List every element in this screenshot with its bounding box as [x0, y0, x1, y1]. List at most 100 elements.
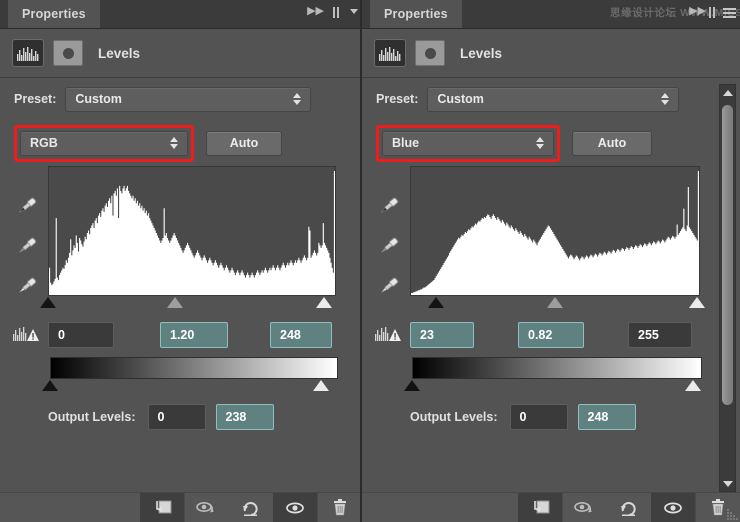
eyedropper-group-left — [14, 166, 40, 313]
white-input-slider[interactable] — [312, 380, 329, 391]
gray-input-slider[interactable] — [547, 297, 563, 308]
histogram-right[interactable] — [410, 166, 700, 296]
toggle-previous-state-icon[interactable] — [184, 493, 229, 522]
output-sliders-left[interactable] — [42, 380, 338, 396]
shadow-input-value: 23 — [420, 328, 434, 342]
clip-to-layer-icon[interactable] — [140, 493, 184, 522]
output-gradient-area-left — [0, 357, 362, 396]
histogram-column-left — [40, 166, 336, 313]
reset-adjustment-icon[interactable] — [607, 493, 651, 522]
input-sliders-left[interactable] — [40, 297, 336, 313]
black-input-slider[interactable] — [42, 380, 58, 391]
midtone-input-field[interactable]: 1.20 — [160, 322, 228, 348]
white-input-slider[interactable] — [316, 297, 333, 308]
tab-label: Properties — [384, 7, 448, 21]
panel-collapse-button-right[interactable]: ▶▶ — [689, 6, 706, 17]
black-input-slider[interactable] — [404, 380, 420, 391]
output-gradient-bar[interactable] — [50, 357, 338, 379]
delete-adjustment-icon[interactable] — [317, 493, 362, 522]
black-input-slider[interactable] — [40, 297, 56, 308]
channel-row-left: RGB Auto — [0, 120, 362, 166]
highlight-input-field[interactable]: 255 — [628, 322, 692, 348]
bottom-bar-spacer — [362, 493, 518, 522]
panel-bottom-bar-right — [362, 492, 740, 522]
panel-collapse-button-left[interactable]: ▶▶ — [307, 6, 324, 17]
scrollbar-up-arrow[interactable] — [720, 85, 735, 100]
preset-select[interactable]: Custom — [65, 86, 312, 112]
properties-panel-left: Properties ▶▶ Levels Preset: Custom RGB … — [0, 0, 362, 522]
panel-menu-icon — [350, 9, 358, 14]
white-point-eyedropper[interactable] — [376, 274, 402, 298]
toggle-previous-state-icon[interactable] — [562, 493, 607, 522]
black-point-eyedropper[interactable] — [14, 194, 40, 218]
gray-point-eyedropper[interactable] — [14, 234, 40, 258]
preset-label: Preset: — [376, 92, 419, 106]
output-black-field[interactable]: 0 — [147, 404, 206, 430]
reset-adjustment-icon[interactable] — [229, 493, 273, 522]
channel-highlight-box: RGB — [14, 124, 194, 162]
white-input-slider[interactable] — [685, 380, 702, 391]
output-levels-row-right: Output Levels: 0 248 — [362, 396, 740, 438]
tab-properties-right[interactable]: Properties — [370, 0, 462, 28]
auto-label: Auto — [229, 136, 259, 150]
panel-grip-right[interactable] — [709, 6, 720, 19]
output-white-field[interactable]: 238 — [215, 404, 274, 430]
bottom-bar-spacer — [0, 493, 140, 522]
layer-mask-icon[interactable] — [53, 40, 83, 66]
preset-row-right: Preset: Custom — [362, 78, 740, 120]
output-white-field[interactable]: 248 — [577, 404, 636, 430]
vertical-scrollbar[interactable] — [719, 84, 736, 492]
white-input-slider[interactable] — [689, 297, 706, 308]
shadow-input-value: 0 — [58, 328, 65, 342]
input-sliders-right[interactable] — [410, 297, 706, 313]
double-chevron-right-icon: ▶▶ — [307, 5, 324, 17]
clip-to-layer-icon[interactable] — [518, 493, 562, 522]
toggle-visibility-icon[interactable] — [273, 493, 317, 522]
auto-button[interactable]: Auto — [572, 130, 652, 156]
tab-label: Properties — [22, 7, 86, 21]
properties-panel-right: Properties 思缘设计论坛 WWW.MISSYUAN.COM ▶▶ — [362, 0, 740, 522]
channel-select[interactable]: Blue — [382, 130, 554, 156]
channel-value: RGB — [30, 136, 58, 150]
levels-histogram-icon[interactable] — [12, 39, 44, 67]
output-gradient-area-right — [362, 357, 740, 396]
output-black-field[interactable]: 0 — [509, 404, 568, 430]
resize-grip-icon[interactable] — [724, 506, 738, 520]
preset-select[interactable]: Custom — [427, 86, 680, 112]
highlight-input-value: 248 — [280, 328, 301, 342]
gray-point-eyedropper[interactable] — [376, 234, 402, 258]
scrollbar-thumb[interactable] — [722, 105, 733, 405]
gray-input-slider[interactable] — [166, 297, 183, 308]
input-levels-icon — [13, 327, 39, 341]
midtone-input-value: 1.20 — [170, 328, 195, 342]
scrollbar-down-arrow[interactable] — [720, 476, 735, 491]
chevron-updown-icon — [661, 93, 670, 105]
shadow-input-field[interactable]: 0 — [48, 322, 114, 348]
tab-properties-left[interactable]: Properties — [8, 0, 100, 28]
toggle-visibility-icon[interactable] — [651, 493, 695, 522]
black-point-eyedropper[interactable] — [376, 194, 402, 218]
preset-value: Custom — [75, 92, 122, 106]
panel-menu-button-left[interactable] — [350, 6, 358, 14]
chevron-updown-icon — [536, 137, 544, 149]
input-levels-row-left: 0 1.20 248 — [0, 313, 362, 357]
panel-tabbar-right: Properties 思缘设计论坛 WWW.MISSYUAN.COM ▶▶ — [362, 0, 740, 29]
levels-histogram-icon[interactable] — [374, 39, 406, 67]
black-input-slider[interactable] — [428, 297, 445, 308]
output-sliders-right[interactable] — [404, 380, 702, 396]
output-gradient-bar[interactable] — [412, 357, 702, 379]
midtone-input-field[interactable]: 0.82 — [518, 322, 584, 348]
layer-mask-icon[interactable] — [415, 40, 445, 66]
chevron-updown-icon — [293, 93, 302, 105]
panel-grip-left[interactable] — [333, 6, 344, 19]
white-point-eyedropper[interactable] — [14, 274, 40, 298]
panel-menu-button-right[interactable] — [723, 8, 736, 20]
page-title: Levels — [98, 45, 141, 61]
panel-grip-icon — [333, 6, 344, 19]
preset-value: Custom — [437, 92, 484, 106]
highlight-input-field[interactable]: 248 — [270, 322, 332, 348]
histogram-left[interactable] — [48, 166, 336, 296]
shadow-input-field[interactable]: 23 — [410, 322, 474, 348]
channel-select[interactable]: RGB — [20, 130, 188, 156]
auto-button[interactable]: Auto — [206, 130, 282, 156]
